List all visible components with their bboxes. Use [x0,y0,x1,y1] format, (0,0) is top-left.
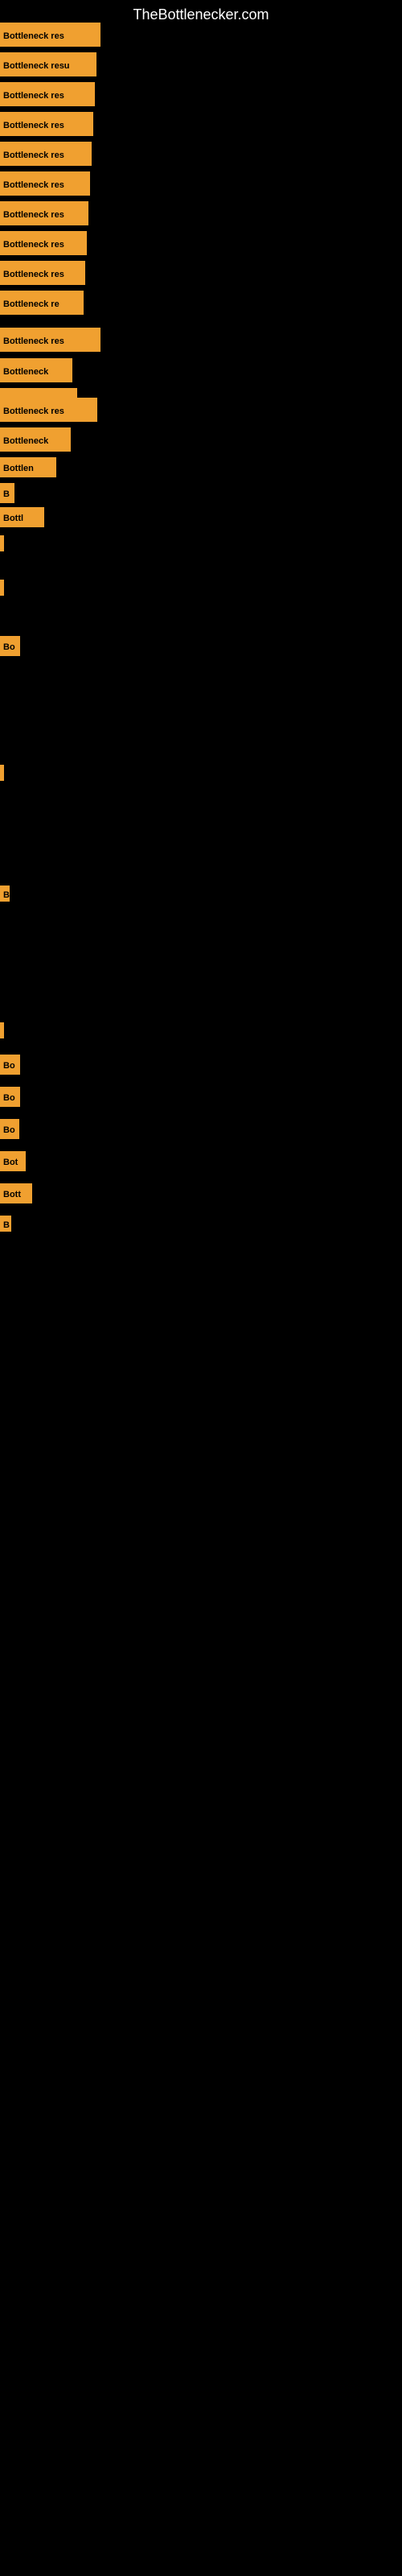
bar-label-11: Bottleneck [0,358,72,382]
bar-label-0: Bottleneck res [0,23,100,47]
bar-label-4: Bottleneck res [0,142,92,166]
bar-line-23 [0,1022,4,1038]
bar-label-14: Bottleneck [0,427,71,452]
bar-item-3: Bottleneck res [0,112,93,136]
bar-label-24: Bo [0,1055,20,1075]
bar-item-15: Bottlen [0,457,56,477]
bar-label-3: Bottleneck res [0,112,93,136]
bar-item-19 [0,580,4,596]
bar-item-23 [0,1022,4,1038]
bar-item-7: Bottleneck res [0,231,87,255]
bar-label-16: B [0,483,14,503]
bar-line-19 [0,580,4,596]
bar-item-27: Bot [0,1151,26,1171]
bar-label-7: Bottleneck res [0,231,87,255]
bar-item-17: Bottl [0,507,44,527]
bar-line-21 [0,765,4,781]
bar-item-1: Bottleneck resu [0,52,96,76]
bar-item-20: Bo [0,636,20,656]
bar-label-1: Bottleneck resu [0,52,96,76]
bar-item-22: B [0,886,10,902]
bar-label-26: Bo [0,1119,19,1139]
bar-label-25: Bo [0,1087,20,1107]
bar-item-25: Bo [0,1087,20,1107]
bar-label-9: Bottleneck re [0,291,84,315]
bar-item-13: Bottleneck res [0,398,97,422]
bar-item-21 [0,765,4,781]
bar-label-13: Bottleneck res [0,398,97,422]
bar-item-10: Bottleneck res [0,328,100,352]
bar-item-26: Bo [0,1119,19,1139]
bar-label-15: Bottlen [0,457,56,477]
bar-item-8: Bottleneck res [0,261,85,285]
bar-item-5: Bottleneck res [0,171,90,196]
bar-label-29: B [0,1216,11,1232]
bar-item-14: Bottleneck [0,427,71,452]
bar-label-27: Bot [0,1151,26,1171]
bar-item-9: Bottleneck re [0,291,84,315]
bar-item-2: Bottleneck res [0,82,95,106]
bar-item-4: Bottleneck res [0,142,92,166]
bar-label-2: Bottleneck res [0,82,95,106]
bar-line-18 [0,535,4,551]
bar-item-18 [0,535,4,551]
bar-label-5: Bottleneck res [0,171,90,196]
bar-label-10: Bottleneck res [0,328,100,352]
bar-label-8: Bottleneck res [0,261,85,285]
bar-label-17: Bottl [0,507,44,527]
bar-label-22: B [0,886,10,902]
bar-item-24: Bo [0,1055,20,1075]
bar-item-6: Bottleneck res [0,201,88,225]
bar-item-29: B [0,1216,11,1232]
bar-item-16: B [0,483,14,503]
bar-label-20: Bo [0,636,20,656]
bar-label-6: Bottleneck res [0,201,88,225]
bar-item-11: Bottleneck [0,358,72,382]
bar-item-28: Bott [0,1183,32,1203]
bar-label-28: Bott [0,1183,32,1203]
bar-item-0: Bottleneck res [0,23,100,47]
